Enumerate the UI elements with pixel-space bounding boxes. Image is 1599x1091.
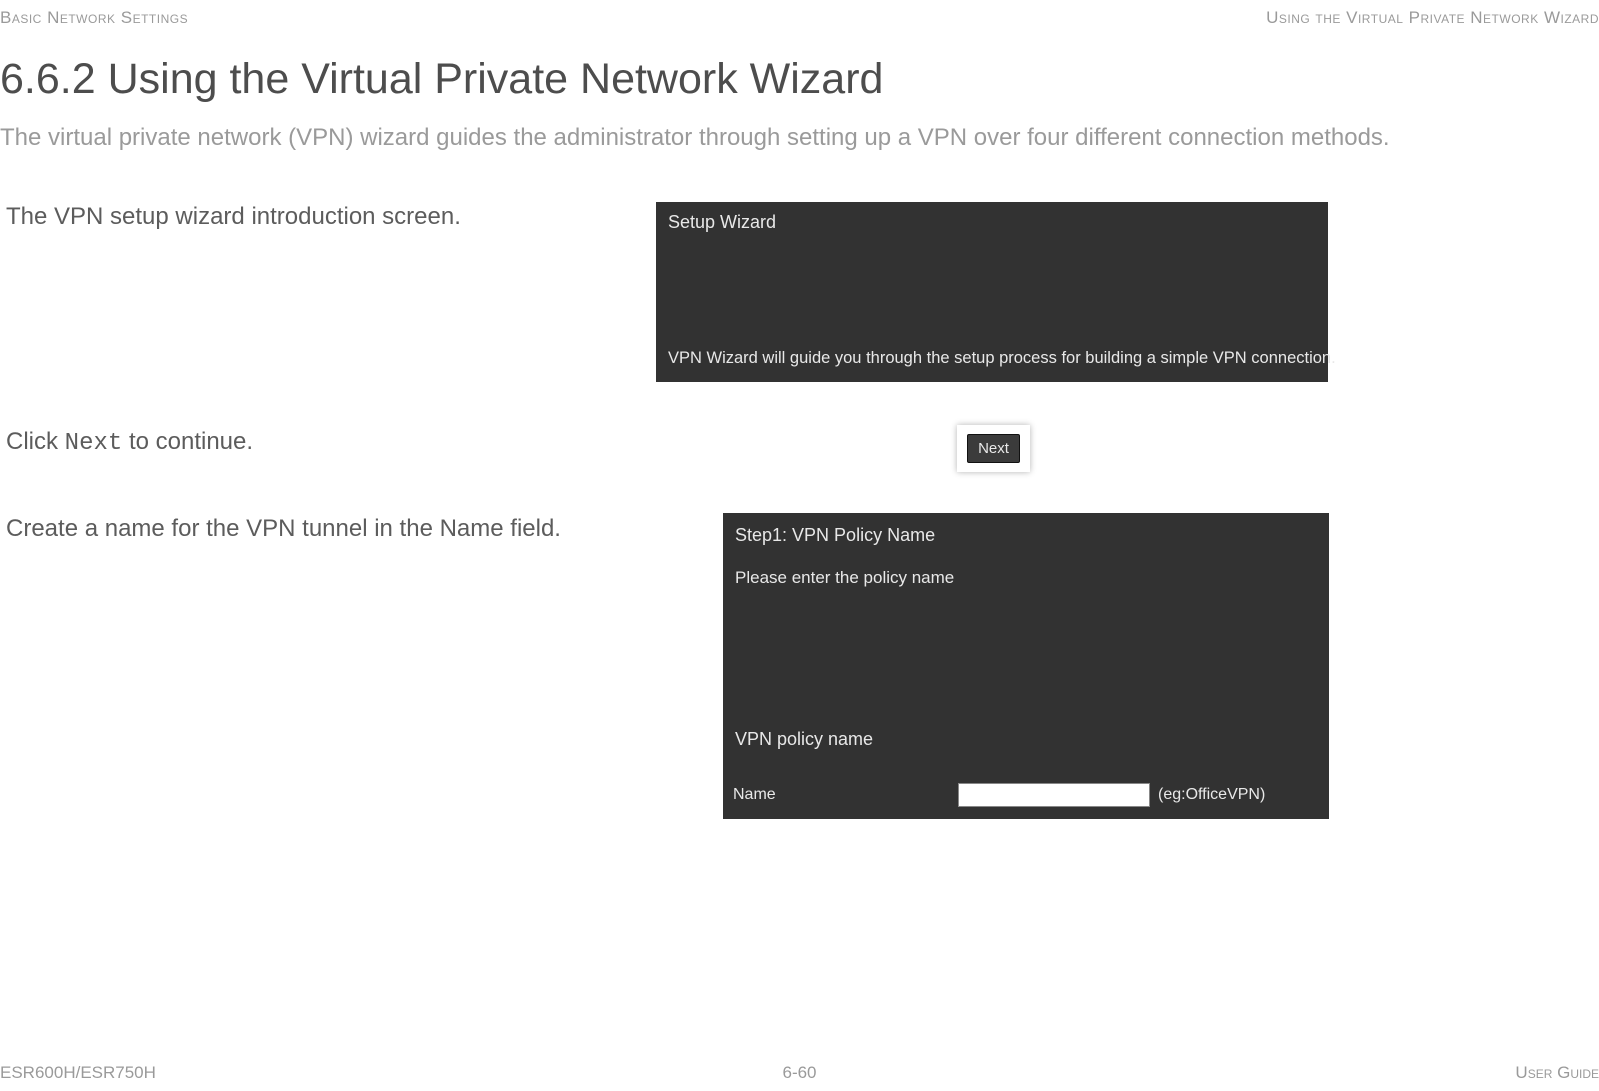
step-3-text: Create a name for the VPN tunnel in the …	[6, 515, 561, 543]
next-button-screenshot: Next	[957, 425, 1030, 472]
footer-guide-label: User Guide	[1515, 1063, 1599, 1083]
header-right: Using the Virtual Private Network Wizard	[1266, 8, 1599, 28]
step-2-pre: Click	[6, 428, 65, 455]
wizard-step1-screenshot: Step1: VPN Policy Name Please enter the …	[723, 513, 1329, 819]
vpn-policy-name-heading: VPN policy name	[735, 729, 873, 750]
step-2-text: Click Next to continue.	[6, 428, 253, 457]
vpn-name-input[interactable]	[958, 783, 1150, 807]
vpn-name-example: (eg:OfficeVPN)	[1158, 786, 1265, 804]
wizard-intro-screenshot: Setup Wizard VPN Wizard will guide you t…	[656, 202, 1328, 382]
footer-page-number: 6-60	[782, 1063, 816, 1083]
footer-model: ESR600H/ESR750H	[0, 1063, 156, 1083]
wizard-intro-description: VPN Wizard will guide you through the se…	[668, 349, 1336, 368]
header-left: Basic Network Settings	[0, 8, 188, 28]
intro-paragraph: The virtual private network (VPN) wizard…	[0, 122, 1580, 154]
step-1-text: The VPN setup wizard introduction screen…	[6, 203, 461, 231]
vpn-name-label: Name	[733, 786, 958, 804]
next-button[interactable]: Next	[967, 434, 1020, 463]
wizard-intro-title: Setup Wizard	[656, 202, 1328, 243]
wizard-step1-subtitle: Please enter the policy name	[723, 552, 1329, 604]
vpn-name-row: Name (eg:OfficeVPN)	[723, 783, 1329, 807]
step-2-code: Next	[65, 430, 123, 457]
wizard-step1-title: Step1: VPN Policy Name	[723, 513, 1329, 552]
step-2-post: to continue.	[122, 428, 253, 455]
section-title: 6.6.2 Using the Virtual Private Network …	[0, 55, 883, 104]
